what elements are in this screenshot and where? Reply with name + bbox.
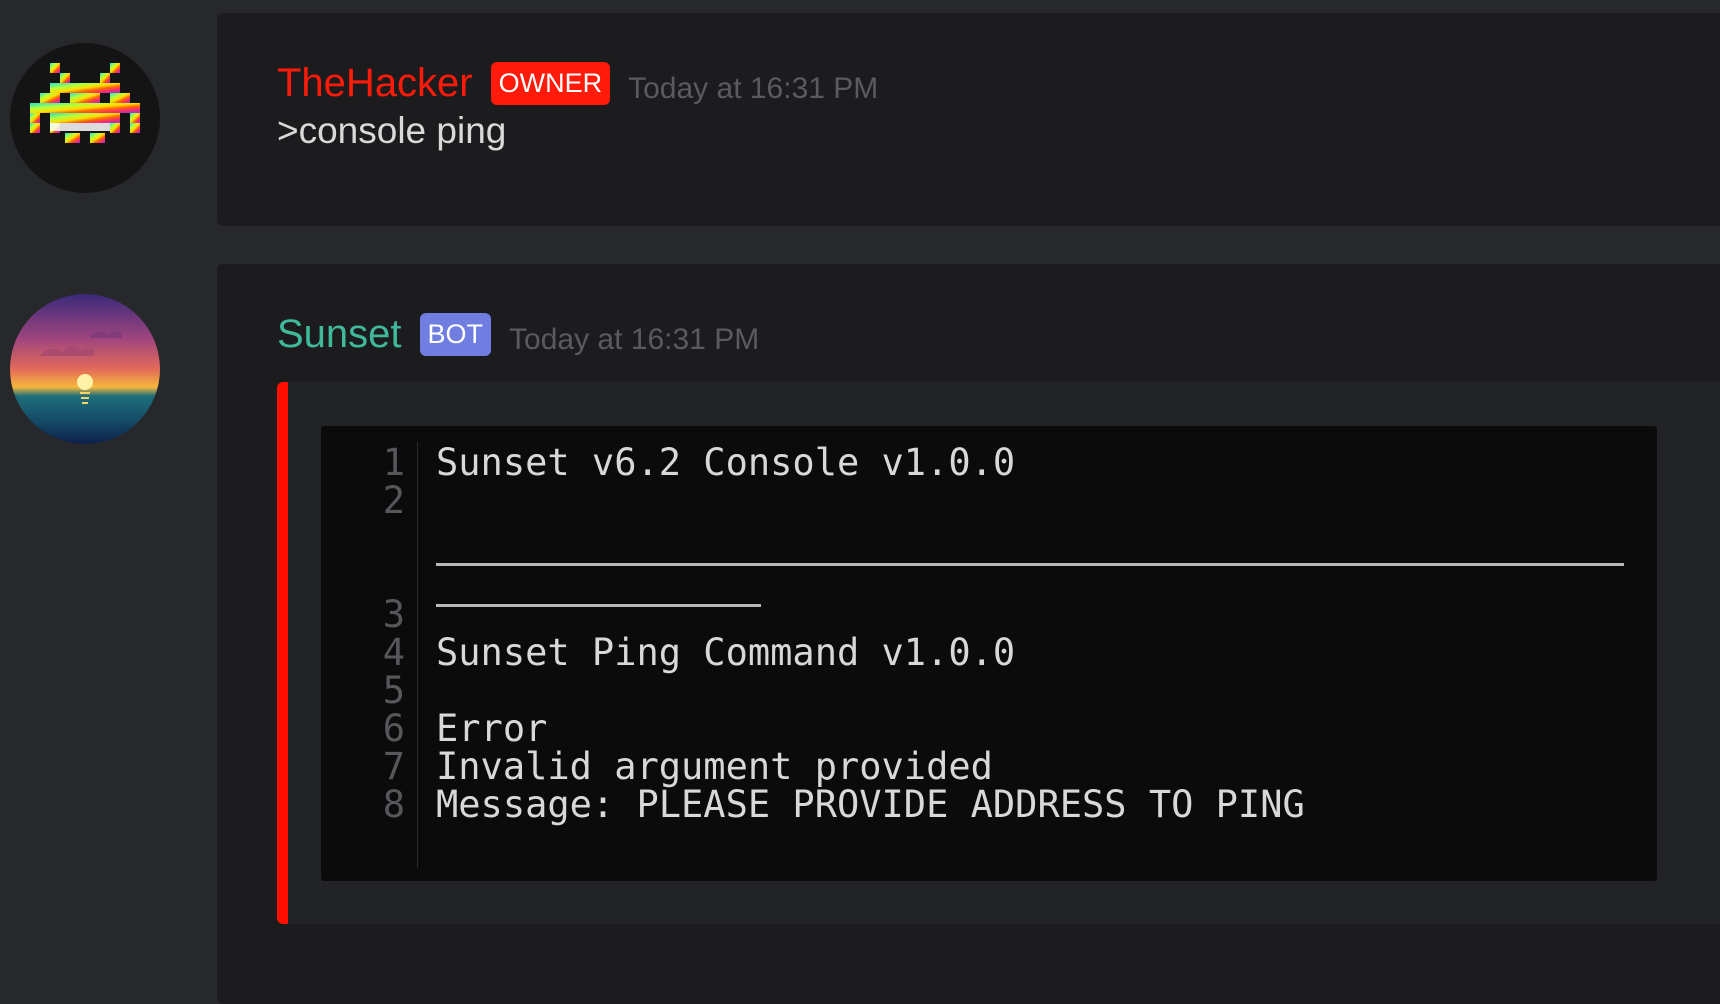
message-content: >console ping [277, 110, 507, 151]
username[interactable]: TheHacker [277, 61, 473, 105]
line-number: 3 [382, 593, 405, 636]
message-sunset: Sunset BOT Today at 16:31 PM 1 2 3 4 5 6… [217, 264, 1720, 1004]
message-header: TheHacker OWNER Today at 16:31 PM [277, 61, 878, 105]
line-number: 8 [382, 783, 405, 826]
bot-badge: BOT [419, 312, 492, 356]
line-number: 7 [382, 745, 405, 788]
embed: 1 2 3 4 5 6 7 8 Sunset v6.2 Console v1.0… [277, 382, 1720, 924]
code-line: Sunset Ping Command v1.0.0 [436, 631, 1016, 674]
code-line: Invalid argument provided [436, 745, 993, 788]
separator-line [436, 604, 761, 607]
line-number: 4 [382, 631, 405, 674]
line-number: 1 [382, 441, 405, 484]
code-line: Sunset v6.2 Console v1.0.0 [436, 441, 1016, 484]
code-block: 1 2 3 4 5 6 7 8 Sunset v6.2 Console v1.0… [321, 426, 1657, 881]
message-thehacker: TheHacker OWNER Today at 16:31 PM >conso… [217, 13, 1720, 226]
message-header: Sunset BOT Today at 16:31 PM [277, 312, 759, 356]
sunset-landscape-icon [10, 294, 160, 444]
username[interactable]: Sunset [277, 312, 402, 356]
code-line: Message: PLEASE PROVIDE ADDRESS TO PING [436, 783, 1305, 826]
timestamp: Today at 16:31 PM [628, 72, 879, 105]
space-invader-rainbow-icon [30, 63, 140, 143]
avatar-thehacker[interactable] [10, 43, 160, 193]
owner-badge: OWNER [490, 61, 611, 105]
code-line: Error [436, 707, 548, 750]
timestamp: Today at 16:31 PM [509, 323, 760, 356]
embed-accent-bar [277, 382, 288, 924]
line-numbers-gutter: 1 2 3 4 5 6 7 8 [321, 442, 418, 868]
separator-line [436, 563, 1624, 566]
line-number: 6 [382, 707, 405, 750]
avatar-sunset[interactable] [10, 294, 160, 444]
line-number: 2 [382, 479, 405, 522]
line-number: 5 [382, 669, 405, 712]
